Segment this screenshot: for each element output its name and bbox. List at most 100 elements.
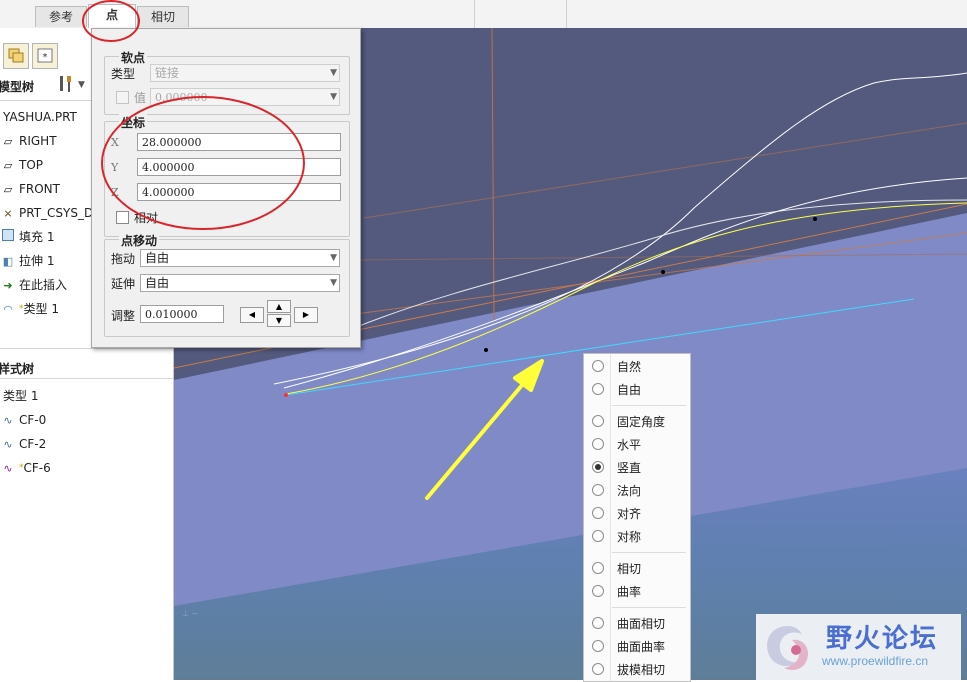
menu-item-free[interactable]: 自由 bbox=[584, 378, 690, 400]
datum-plane-icon: ▱ bbox=[3, 183, 13, 196]
radio-button bbox=[592, 617, 604, 629]
tree-item-front[interactable]: ▱ FRONT bbox=[0, 178, 60, 200]
z-coordinate-field[interactable]: 4.000000 bbox=[137, 183, 341, 201]
relative-label: 相对 bbox=[134, 211, 159, 225]
tab-references[interactable]: 参考 bbox=[35, 6, 87, 27]
radio-button bbox=[592, 640, 604, 652]
insert-arrow-icon: ➜ bbox=[3, 279, 13, 292]
extend-combo[interactable]: 自由 ▼ bbox=[140, 274, 340, 292]
point-marker[interactable] bbox=[484, 348, 488, 352]
relative-checkbox[interactable] bbox=[116, 211, 129, 224]
tree-item-fill[interactable]: 填充 1 bbox=[0, 226, 54, 248]
forum-logo-icon bbox=[767, 626, 809, 670]
menu-item-normal[interactable]: 法向 bbox=[584, 479, 690, 501]
nudge-down-button[interactable]: ▼ bbox=[267, 314, 291, 327]
value-label: 值 bbox=[134, 91, 147, 105]
chevron-down-icon[interactable]: ▼ bbox=[78, 80, 85, 90]
drag-combo[interactable]: 自由 ▼ bbox=[140, 249, 340, 267]
menu-separator bbox=[612, 552, 686, 553]
menu-item-curvature[interactable]: 曲率 bbox=[584, 580, 690, 602]
menu-item-align[interactable]: 对齐 bbox=[584, 502, 690, 524]
radio-button bbox=[592, 415, 604, 427]
show-button[interactable]: * bbox=[32, 43, 58, 69]
start-point-marker[interactable] bbox=[284, 393, 288, 397]
tree-item-csys[interactable]: ⨯ PRT_CSYS_D bbox=[0, 202, 93, 224]
point-marker[interactable] bbox=[661, 270, 665, 274]
nudge-up-button[interactable]: ▲ bbox=[267, 300, 291, 313]
menu-separator bbox=[612, 405, 686, 406]
toolbar-divider bbox=[474, 0, 475, 28]
tree-item-top[interactable]: ▱ TOP bbox=[0, 154, 43, 176]
tools-icon[interactable] bbox=[58, 74, 74, 94]
tree-item-extrude[interactable]: ◧ 拉伸 1 bbox=[0, 250, 55, 272]
menu-item-surface-curvature[interactable]: 曲面曲率 bbox=[584, 635, 690, 657]
radio-button bbox=[592, 507, 604, 519]
tree-item-right[interactable]: ▱ RIGHT bbox=[0, 130, 57, 152]
menu-item-natural[interactable]: 自然 bbox=[584, 355, 690, 377]
datum-plane-icon: ▱ bbox=[3, 135, 13, 148]
radio-button bbox=[592, 438, 604, 450]
z-label: Z bbox=[111, 186, 119, 199]
menu-item-tangent[interactable]: 相切 bbox=[584, 557, 690, 579]
tree-item-insert-here[interactable]: ➜ 在此插入 bbox=[0, 274, 67, 296]
svg-text:*: * bbox=[43, 52, 48, 63]
x-label: X bbox=[111, 136, 119, 149]
style-icon: ◠ bbox=[3, 303, 13, 316]
datum-plane-icon: ▱ bbox=[3, 159, 13, 172]
chevron-down-icon: ▼ bbox=[330, 92, 337, 102]
value-combo[interactable]: 0.000000 ▼ bbox=[150, 88, 340, 106]
fill-icon bbox=[0, 227, 16, 249]
menu-item-surface-tangent[interactable]: 曲面相切 bbox=[584, 612, 690, 634]
y-label: Y bbox=[111, 161, 119, 174]
y-coordinate-field[interactable]: 4.000000 bbox=[137, 158, 341, 176]
adjust-label: 调整 bbox=[111, 309, 136, 323]
curve-icon: ∿ bbox=[3, 438, 13, 451]
menu-separator bbox=[612, 607, 686, 608]
type-label: 类型 bbox=[111, 67, 136, 81]
menu-item-horizontal[interactable]: 水平 bbox=[584, 433, 690, 455]
active-curve-icon: ∿ bbox=[3, 462, 13, 475]
style-tree-item-cf2[interactable]: ∿ CF-2 bbox=[0, 433, 46, 455]
chevron-down-icon: ▼ bbox=[330, 68, 337, 78]
curve-icon: ∿ bbox=[3, 414, 13, 427]
chevron-down-icon: ▼ bbox=[330, 278, 337, 288]
value-checkbox[interactable] bbox=[116, 91, 129, 104]
coords-title: 坐标 bbox=[119, 114, 148, 131]
style-tree-item-type[interactable]: 类型 1 bbox=[3, 385, 38, 407]
view-orientation-icon: ⊥ ~ bbox=[182, 609, 198, 618]
radio-button bbox=[592, 562, 604, 574]
extrude-icon: ◧ bbox=[2, 255, 14, 268]
style-tree-title: 样式树 bbox=[0, 362, 35, 376]
menu-item-vertical[interactable]: 竖直 bbox=[584, 456, 690, 478]
watermark-title: 野火论坛 bbox=[826, 624, 939, 654]
style-tree-item-cf6[interactable]: ∿ *CF-6 bbox=[0, 457, 50, 479]
drag-label: 拖动 bbox=[111, 252, 136, 266]
menu-item-draft-tangent[interactable]: 拔模相切 bbox=[584, 658, 690, 680]
type-combo[interactable]: 链接 ▼ bbox=[150, 64, 340, 82]
nudge-left-button[interactable]: ◀ bbox=[240, 307, 264, 323]
radio-button bbox=[592, 383, 604, 395]
model-tree-title: 模型树 bbox=[0, 80, 35, 94]
radio-button bbox=[592, 484, 604, 496]
tree-item-part[interactable]: YASHUA.PRT bbox=[3, 106, 77, 128]
tab-point[interactable]: 点 bbox=[88, 4, 136, 28]
radio-button bbox=[592, 530, 604, 542]
point-marker[interactable] bbox=[813, 217, 817, 221]
menu-item-fixed-angle[interactable]: 固定角度 bbox=[584, 410, 690, 432]
point-dialog: 软点 类型 链接 ▼ 值 0.000000 ▼ 坐标 X 28.000000 Y 4… bbox=[91, 28, 361, 348]
tab-strip: 参考 点 相切 bbox=[0, 0, 967, 29]
x-coordinate-field[interactable]: 28.000000 bbox=[137, 133, 341, 151]
layer-tree-button[interactable] bbox=[3, 43, 29, 69]
style-tree-item-cf0[interactable]: ∿ CF-0 bbox=[0, 409, 46, 431]
tree-item-style[interactable]: ◠ *类型 1 bbox=[0, 298, 59, 320]
soft-point-title: 软点 bbox=[119, 49, 148, 66]
nudge-right-button[interactable]: ▶ bbox=[294, 307, 318, 323]
constraint-popup-menu: 自然 自由 固定角度 水平 竖直 法向 对齐 对称 相切 曲率 曲面相切 曲面曲… bbox=[583, 353, 691, 682]
radio-button bbox=[592, 663, 604, 675]
tab-tangent[interactable]: 相切 bbox=[137, 6, 189, 27]
divider bbox=[0, 378, 173, 379]
settings-star-icon: * bbox=[37, 48, 53, 63]
extend-label: 延伸 bbox=[111, 277, 136, 291]
menu-item-symmetric[interactable]: 对称 bbox=[584, 525, 690, 547]
adjust-step-field[interactable]: 0.010000 bbox=[140, 305, 224, 323]
